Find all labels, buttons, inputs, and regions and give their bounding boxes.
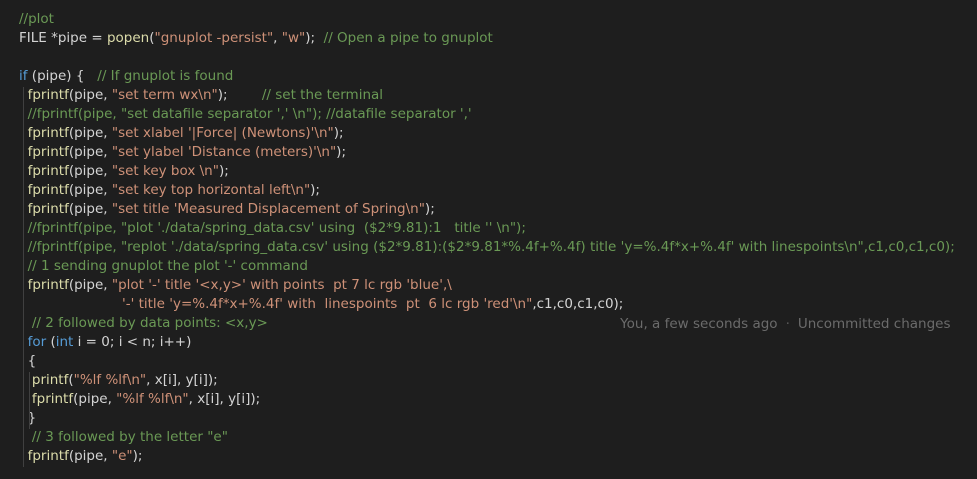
code-token-comment: // Open a pipe to gnuplot xyxy=(323,30,493,46)
code-token-comment: // If gnuplot is found xyxy=(97,68,234,84)
code-line[interactable]: //fprintf(pipe, "set datafile separator … xyxy=(19,105,472,124)
code-token-ident: (pipe, xyxy=(68,144,112,160)
code-token-func: fprintf xyxy=(27,87,69,103)
code-token-ident: ); xyxy=(310,182,320,198)
code-token-func: popen xyxy=(106,30,150,46)
code-token-comment: //fprintf(pipe, "replot './data/spring_d… xyxy=(27,239,955,255)
code-token-ident: ); xyxy=(333,125,344,141)
code-token-ident: ); xyxy=(217,87,262,103)
code-line[interactable]: fprintf(pipe, "set key top horizontal le… xyxy=(19,181,320,200)
code-token-string: "plot '-' title '<x,y>' with points pt 7… xyxy=(111,277,452,293)
code-token-ident: ); xyxy=(218,163,229,179)
code-token-ident: FILE *pipe = xyxy=(19,30,107,46)
indent-guide xyxy=(23,87,24,467)
code-token-string: "e" xyxy=(111,448,133,464)
code-token-ident: ); xyxy=(336,144,346,160)
code-line[interactable]: fprintf(pipe, "%lf %lf\n", x[i], y[i]); xyxy=(19,390,260,409)
code-token-ident: , x[i], y[i]); xyxy=(146,372,218,388)
code-token-keyword: int xyxy=(55,334,74,350)
code-editor[interactable]: //plot FILE *pipe = popen("gnuplot -persi… xyxy=(0,0,977,479)
code-line[interactable]: fprintf(pipe, "set term wx\n"); // set t… xyxy=(19,86,383,105)
code-token-func: fprintf xyxy=(27,144,69,160)
code-line[interactable]: // 3 followed by the letter "e" xyxy=(19,428,228,447)
code-token-string: '-' title 'y=%.4f*x+%.4f' with linespoin… xyxy=(122,296,533,312)
code-token-comment: // 3 followed by the letter "e" xyxy=(31,429,228,445)
code-line[interactable]: '-' title 'y=%.4f*x+%.4f' with linespoin… xyxy=(19,295,623,314)
code-token-ident: ); xyxy=(424,201,435,217)
code-token-ident: (pipe, xyxy=(68,87,112,103)
git-blame-annotation[interactable]: You, a few seconds ago · Uncommitted chang… xyxy=(603,296,950,332)
code-line[interactable]: fprintf(pipe, "set xlabel '|Force| (Newt… xyxy=(19,124,344,143)
code-token-comment: //plot xyxy=(19,11,54,27)
code-token-ident: (pipe, xyxy=(68,277,112,293)
code-line[interactable]: for (int i = 0; i < n; i++) xyxy=(19,333,192,352)
code-line[interactable]: fprintf(pipe, "set title 'Measured Displ… xyxy=(19,200,435,219)
code-token-string: "%lf %lf\n" xyxy=(116,391,189,407)
code-token-func: fprintf xyxy=(27,201,69,217)
code-token-ident: (pipe, xyxy=(68,201,112,217)
code-line[interactable]: } xyxy=(19,409,37,428)
code-token-func: fprintf xyxy=(27,277,69,293)
code-token-ident: ); xyxy=(132,448,143,464)
code-token-comment: // set the terminal xyxy=(261,87,384,103)
code-token-ident: (pipe, xyxy=(68,125,112,141)
code-token-func: printf xyxy=(31,372,69,388)
code-line[interactable]: printf("%lf %lf\n", x[i], y[i]); xyxy=(19,371,218,390)
code-token-func: fprintf xyxy=(27,125,69,141)
code-token-string: "gnuplot -persist" xyxy=(154,30,274,46)
code-token-keyword: for xyxy=(27,334,47,350)
code-token-ident: (pipe) { xyxy=(27,68,98,84)
code-token-string: "set key top horizontal left\n" xyxy=(111,182,311,198)
code-token-ident: (pipe, xyxy=(68,182,112,198)
code-line[interactable]: { xyxy=(19,352,37,371)
code-line[interactable]: if (pipe) { // If gnuplot is found xyxy=(19,67,233,86)
code-token-ident: (pipe, xyxy=(68,448,112,464)
code-token-ident: , xyxy=(273,30,282,46)
code-token-ident xyxy=(19,315,32,331)
code-token-ident: ); xyxy=(305,30,324,46)
code-token-comment: //fprintf(pipe, "plot './data/spring_dat… xyxy=(27,220,526,236)
code-token-func: fprintf xyxy=(27,163,69,179)
code-token-ident xyxy=(19,429,32,445)
code-token-func: fprintf xyxy=(27,182,69,198)
code-line[interactable]: fprintf(pipe, "set ylabel 'Distance (met… xyxy=(19,143,346,162)
code-token-keyword: if xyxy=(19,68,28,84)
indent-guide xyxy=(29,372,30,429)
code-token-ident: , x[i], y[i]); xyxy=(188,391,261,407)
code-token-comment: // 1 sending gnuplot the plot '-' comman… xyxy=(27,258,308,274)
code-token-func: fprintf xyxy=(27,448,69,464)
blame-status: Uncommitted changes xyxy=(797,316,951,332)
code-line[interactable]: //fprintf(pipe, "replot './data/spring_d… xyxy=(19,238,955,257)
code-token-ident: ( xyxy=(46,334,56,350)
code-token-string: "set key box \n" xyxy=(111,163,219,179)
code-token-string: "set xlabel '|Force| (Newtons)'\n" xyxy=(111,125,334,141)
code-token-ident: { xyxy=(19,353,37,369)
code-token-ident: } xyxy=(19,410,37,426)
code-token-string: "w" xyxy=(281,30,306,46)
code-line[interactable]: //fprintf(pipe, "plot './data/spring_dat… xyxy=(19,219,526,238)
blame-author: You, a few seconds ago xyxy=(620,316,778,332)
code-token-ident: (pipe, xyxy=(73,391,117,407)
code-line[interactable]: // 1 sending gnuplot the plot '-' comman… xyxy=(19,257,308,276)
code-token-ident: (pipe, xyxy=(68,163,112,179)
code-token-comment: //fprintf(pipe, "set datafile separator … xyxy=(27,106,472,122)
code-token-string: "set term wx\n" xyxy=(111,87,218,103)
code-line[interactable]: fprintf(pipe, "plot '-' title '<x,y>' wi… xyxy=(19,276,452,295)
code-token-string: "set title 'Measured Displacement of Spr… xyxy=(111,201,425,217)
blame-separator: · xyxy=(785,316,790,332)
code-line[interactable]: //plot xyxy=(19,10,54,29)
code-token-string: "set ylabel 'Distance (meters)'\n" xyxy=(111,144,337,160)
code-line[interactable]: // 2 followed by data points: <x,y> xyxy=(19,314,268,333)
code-line[interactable]: FILE *pipe = popen("gnuplot -persist", "… xyxy=(19,29,493,48)
code-token-func: fprintf xyxy=(31,391,74,407)
code-token-ident xyxy=(19,296,122,312)
code-line[interactable]: fprintf(pipe, "e"); xyxy=(19,447,143,466)
code-token-comment: // 2 followed by data points: <x,y> xyxy=(31,315,268,331)
code-token-ident: i = 0; i < n; i++) xyxy=(73,334,192,350)
code-line[interactable]: fprintf(pipe, "set key box \n"); xyxy=(19,162,229,181)
code-token-string: "%lf %lf\n" xyxy=(73,372,147,388)
